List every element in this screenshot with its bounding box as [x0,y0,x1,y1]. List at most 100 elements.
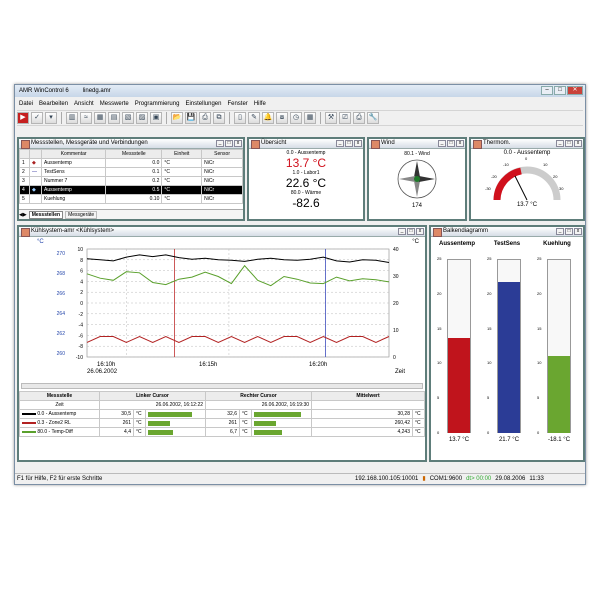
maximize-icon[interactable]: □ [554,86,566,95]
toolbar-separator [320,112,321,124]
table-row[interactable]: 2— TestSens 0.1 °C NiCr [19,167,243,177]
scroll-left-icon[interactable]: ◀▶ [19,212,27,218]
chart-horizontal-scrollbar[interactable] [21,383,423,389]
right-unit: °C [239,418,252,428]
table-row[interactable]: 1 ◆ Aussentemp 0.0 °C NiCr [19,158,243,168]
panel-maximize-icon[interactable]: □ [447,140,455,147]
check-icon[interactable]: ✓ [31,112,43,124]
title-bar: AMR WinControl 6 linedg.amr – □ ✕ [15,85,585,97]
export-icon[interactable]: ▣ [150,112,162,124]
panel-maximize-icon[interactable]: □ [565,140,573,147]
column-header-kommentar[interactable]: Kommentar [40,149,107,159]
wrench-icon[interactable]: 🔧 [367,112,379,124]
overview-value-2: 22.6 °C [285,176,327,190]
column-header-sensor[interactable]: Sensor [201,149,243,159]
left-level-bar [148,429,173,435]
bar-tick-label: 15 [537,325,542,331]
bar-value: 21.7 °C [498,437,520,443]
grid-icon[interactable]: ▤ [108,112,120,124]
left-unit: °C [133,409,146,419]
bar-label: TestSens [493,241,521,247]
table-row[interactable]: 80.0 - Temp-Diff 4,4 °C 6,7 °C 4,243 °C [19,427,425,437]
panel-minimize-icon[interactable]: _ [438,140,446,147]
menu-hilfe[interactable]: Hilfe [254,101,266,107]
mean-unit: °C [412,427,425,437]
row-number: 5 [19,194,30,204]
panel-close-icon[interactable]: x [456,140,464,147]
bar-tick-label: 5 [487,395,490,401]
save-icon[interactable]: 💾 [185,112,197,124]
edit-icon[interactable]: ✎ [248,112,260,124]
print-icon[interactable]: ⎙ [199,112,211,124]
dropdown-icon[interactable]: ▾ [45,112,57,124]
bar-tick-label: 10 [437,360,442,366]
column-header[interactable] [19,149,30,159]
tab-messstellen[interactable]: Messstellen [28,210,64,219]
panel-close-icon[interactable]: x [574,228,582,235]
table-row[interactable]: 5 Kuehlung 0.10 °C NiCr [19,194,243,204]
minimize-icon[interactable]: – [541,86,553,95]
panel-minimize-icon[interactable]: _ [336,140,344,147]
table-row[interactable]: 3 Nummer 7 0.2 °C NiCr [19,176,243,186]
left-unit: °C [133,418,146,428]
panel-close-icon[interactable]: x [234,140,242,147]
panel-close-icon[interactable]: x [416,228,424,235]
right-tick-label: 0 [393,355,396,361]
alarm-bell-icon[interactable]: 🔔 [262,112,274,124]
column-header-messstelle[interactable]: Messstelle [105,149,163,159]
column-header-einheit[interactable]: Einheit [161,149,203,159]
chart-icon[interactable]: ▧ [122,112,134,124]
status-com: COM1:9600 [429,476,463,482]
play-icon[interactable]: ▶ [17,112,29,124]
device-icon[interactable]: ⎚ [339,112,351,124]
panel-maximize-icon[interactable]: □ [407,228,415,235]
panel-minimize-icon[interactable]: _ [556,228,564,235]
bar-chart-panel: Balkendiagramm _ □ x Aussentemp 25 20 15 10 5 0 1… [429,225,585,462]
y-tick-label: -4 [79,323,84,329]
printer-icon[interactable]: ⎙ [353,112,365,124]
panel-close-icon[interactable]: x [354,140,362,147]
bar-chart-icon[interactable]: ▥ [66,112,78,124]
panel-maximize-icon[interactable]: □ [565,228,573,235]
y-tick-label: 0 [80,301,83,307]
menu-fenster[interactable]: Fenster [227,101,247,107]
menu-datei[interactable]: Datei [19,101,33,107]
toolbar-separator [166,112,167,124]
calendar-icon[interactable]: ▦ [304,112,316,124]
y-tick-label: 2 [80,290,83,296]
table-row-selected[interactable]: 4 ◆ Aussentemp 0.5 °C NiCr [19,185,243,195]
gauge-tick-label: -20 [491,174,497,179]
devices-panel-title: Messstellen, Messgeräte und Verbindungen [19,139,243,149]
chart-panel: Kühlsystem-amr <Kühlsystem> _ □ x °C °C 10… [17,225,427,462]
copy-icon[interactable]: ⧉ [213,112,225,124]
panel-minimize-icon[interactable]: _ [216,140,224,147]
panel-maximize-icon[interactable]: □ [225,140,233,147]
panel-minimize-icon[interactable]: _ [398,228,406,235]
table-row[interactable]: 0.0 - Aussentemp 30,5 °C 32,6 °C 30,28 °C [19,409,425,419]
folder-open-icon[interactable]: 📂 [171,112,183,124]
menu-bearbeiten[interactable]: Bearbeiten [39,101,68,107]
table-icon[interactable]: ▦ [94,112,106,124]
y-tick-label: -6 [79,333,84,339]
panel-minimize-icon[interactable]: _ [556,140,564,147]
line-chart[interactable]: 1086420-2-4-6-8-102702682662642622604030… [19,245,425,395]
right-level-bar [254,411,301,417]
tab-messgeraete[interactable]: Messgeräte [65,210,98,219]
menu-programmierung[interactable]: Programmierung [135,101,180,107]
x-tick-label: 16:20h [309,362,328,368]
close-icon[interactable]: ✕ [567,86,583,95]
line-chart-icon[interactable]: ≈ [80,112,92,124]
tools-icon[interactable]: ⚒ [325,112,337,124]
menu-messwerte[interactable]: Messwerte [100,101,129,107]
header-rechter-cursor: Rechter Cursor [205,391,312,401]
network-icon[interactable]: ⧇ [276,112,288,124]
table-row[interactable]: 0.3 - Zone2 RL 261 °C 261 °C 260,42 °C [19,418,425,428]
clock-icon[interactable]: ◷ [290,112,302,124]
column-header[interactable] [29,149,42,159]
panel-maximize-icon[interactable]: □ [345,140,353,147]
menu-ansicht[interactable]: Ansicht [74,101,94,107]
graph-icon[interactable]: ▨ [136,112,148,124]
panel-close-icon[interactable]: x [574,140,582,147]
menu-einstellungen[interactable]: Einstellungen [185,101,221,107]
document-icon[interactable]: ▯ [234,112,246,124]
